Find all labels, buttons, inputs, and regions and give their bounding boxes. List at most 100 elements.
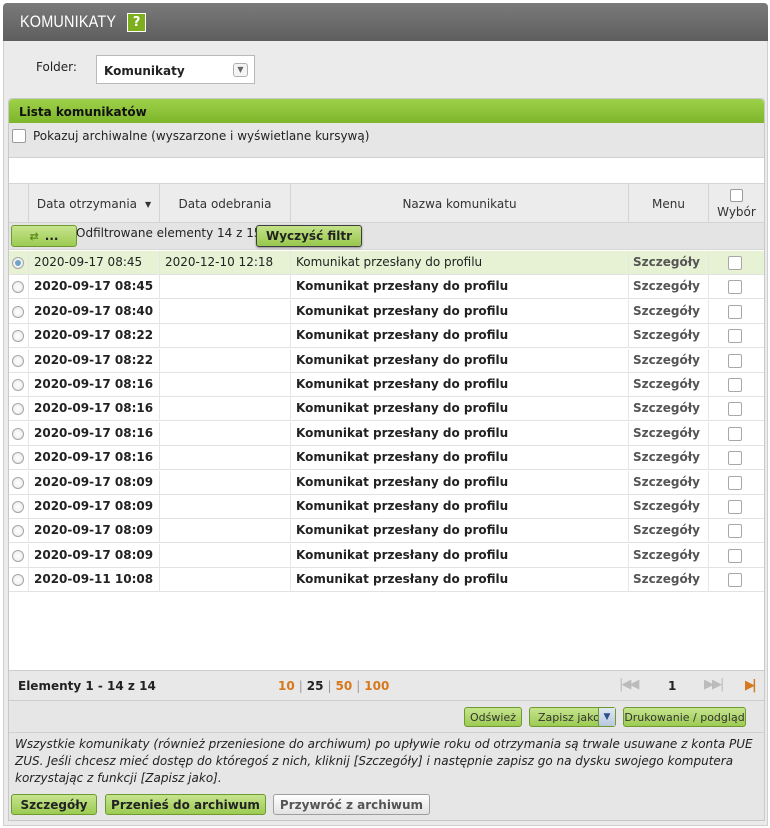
row-details-link[interactable]: Szczegóły (633, 499, 700, 513)
restore-from-archive-button[interactable]: Przywróć z archiwum (273, 794, 430, 815)
row-message-name: Komunikat przesłany do profilu (290, 373, 628, 397)
row-received: 2020-09-17 08:16 (28, 421, 159, 446)
row-checkbox[interactable] (728, 280, 742, 295)
filter-button-label: ... (44, 229, 59, 243)
table-row[interactable]: 2020-09-17 08:09 Komunikat przesłany do p… (9, 519, 764, 544)
folder-select[interactable]: Komunikaty ▼ (96, 55, 255, 84)
row-checkbox[interactable] (728, 402, 742, 417)
row-radio[interactable] (12, 281, 24, 294)
row-collected (159, 543, 290, 568)
table-row[interactable]: 2020-09-17 08:09 Komunikat przesłany do p… (9, 495, 764, 519)
row-radio[interactable] (12, 354, 24, 367)
row-radio[interactable] (12, 379, 24, 391)
help-icon[interactable]: ? (127, 12, 147, 32)
row-radio[interactable] (12, 330, 24, 343)
row-checkbox[interactable] (728, 256, 742, 270)
chevron-down-icon[interactable]: ▼ (598, 708, 615, 726)
row-radio[interactable] (12, 476, 24, 489)
header-select: Wybór (708, 184, 764, 224)
page-size-option[interactable]: 100 (364, 679, 389, 693)
save-as-button[interactable]: Zapisz jako ▼ (529, 707, 616, 727)
row-radio-cell (9, 373, 28, 397)
header-received[interactable]: Data otrzymania ▼ (28, 184, 159, 224)
row-checkbox[interactable] (728, 500, 742, 514)
row-details-link[interactable]: Szczegóły (633, 328, 700, 342)
row-collected (159, 495, 290, 519)
table-row[interactable]: 2020-09-17 08:09 Komunikat przesłany do p… (9, 470, 764, 495)
print-preview-button[interactable]: Drukowanie / podgląd (623, 707, 746, 727)
table-row[interactable]: 2020-09-17 08:16 Komunikat przesłany do p… (9, 421, 764, 446)
row-details-link[interactable]: Szczegóły (633, 304, 700, 318)
refresh-button[interactable]: Odśwież (464, 707, 522, 727)
row-details-link[interactable]: Szczegóły (633, 279, 700, 293)
row-checkbox[interactable] (728, 475, 742, 490)
row-select-cell (708, 397, 764, 422)
page-size-option[interactable]: 50 (336, 679, 353, 693)
select-all-checkbox[interactable] (730, 189, 743, 202)
row-checkbox[interactable] (728, 548, 742, 563)
row-radio[interactable] (12, 257, 24, 269)
archive-checkbox[interactable] (12, 129, 26, 143)
row-radio[interactable] (12, 574, 24, 587)
row-radio[interactable] (12, 427, 24, 440)
row-select-cell (708, 421, 764, 446)
row-details-link[interactable]: Szczegóły (633, 255, 700, 269)
row-radio[interactable] (12, 305, 24, 318)
page-size-option[interactable]: 25 (307, 679, 324, 693)
row-details-link[interactable]: Szczegóły (633, 426, 700, 440)
row-radio[interactable] (12, 525, 24, 538)
table-row[interactable]: 2020-09-17 08:16 Komunikat przesłany do p… (9, 373, 764, 397)
filter-button[interactable]: ⇄ ... (11, 225, 77, 247)
row-details-link[interactable]: Szczegóły (633, 353, 700, 367)
first-page-icon[interactable]: |◀◀ (619, 677, 639, 692)
table-row[interactable]: 2020-09-11 10:08 Komunikat przesłany do p… (9, 568, 764, 593)
row-checkbox[interactable] (728, 573, 742, 588)
row-select-cell (708, 446, 764, 471)
row-details-link[interactable]: Szczegóły (633, 377, 700, 391)
move-to-archive-button[interactable]: Przenieś do archiwum (105, 794, 266, 815)
table-row[interactable]: 2020-09-17 08:40 Komunikat przesłany do p… (9, 299, 764, 324)
row-select-cell (708, 470, 764, 495)
row-radio[interactable] (12, 549, 24, 562)
row-details-link[interactable]: Szczegóły (633, 548, 700, 562)
row-details-link[interactable]: Szczegóły (633, 475, 700, 489)
row-received: 2020-09-17 08:09 (28, 470, 159, 495)
row-collected: 2020-12-10 12:18 (159, 251, 290, 275)
table-row[interactable]: 2020-09-17 08:09 Komunikat przesłany do p… (9, 543, 764, 568)
table-row[interactable]: 2020-09-17 08:16 Komunikat przesłany do p… (9, 446, 764, 471)
filter-icon: ⇄ (29, 229, 39, 243)
table-row[interactable]: 2020-09-17 08:22 Komunikat przesłany do p… (9, 324, 764, 349)
row-checkbox[interactable] (728, 329, 742, 344)
row-details-link[interactable]: Szczegóły (633, 450, 700, 464)
clear-filter-button[interactable]: Wyczyść filtr (256, 225, 362, 247)
header-received-label: Data otrzymania (36, 197, 138, 211)
table-row[interactable]: 2020-09-17 08:22 Komunikat przesłany do p… (9, 348, 764, 373)
row-checkbox[interactable] (728, 378, 742, 392)
header-collected[interactable]: Data odebrania (159, 184, 290, 224)
sort-desc-icon[interactable]: ▼ (145, 200, 151, 209)
row-details-link[interactable]: Szczegóły (633, 572, 700, 586)
row-received: 2020-09-17 08:16 (28, 446, 159, 471)
header-name[interactable]: Nazwa komunikatu (290, 184, 628, 224)
row-radio[interactable] (12, 452, 24, 465)
row-menu-cell: Szczegóły (628, 275, 708, 300)
page-size-option[interactable]: 10 (278, 679, 295, 693)
chevron-down-icon[interactable]: ▼ (233, 63, 248, 77)
row-radio[interactable] (12, 501, 24, 513)
last-page-icon[interactable]: ▶▶| (704, 677, 724, 692)
show-all-icon[interactable]: ▶| (745, 678, 757, 693)
row-details-link[interactable]: Szczegóły (633, 401, 700, 415)
row-checkbox[interactable] (728, 353, 742, 368)
table-row[interactable]: 2020-09-17 08:16 Komunikat przesłany do p… (9, 397, 764, 422)
row-checkbox[interactable] (728, 451, 742, 466)
row-received: 2020-09-17 08:22 (28, 348, 159, 373)
details-button[interactable]: Szczegóły (11, 794, 97, 815)
row-checkbox[interactable] (728, 426, 742, 441)
row-checkbox[interactable] (728, 524, 742, 539)
row-details-link[interactable]: Szczegóły (633, 523, 700, 537)
row-radio[interactable] (12, 403, 24, 416)
page-size-separator: | (298, 679, 303, 693)
row-checkbox[interactable] (728, 304, 742, 319)
table-row[interactable]: 2020-09-17 08:45 2020-12-10 12:18 Komunika… (9, 251, 764, 275)
table-row[interactable]: 2020-09-17 08:45 Komunikat przesłany do p… (9, 275, 764, 300)
